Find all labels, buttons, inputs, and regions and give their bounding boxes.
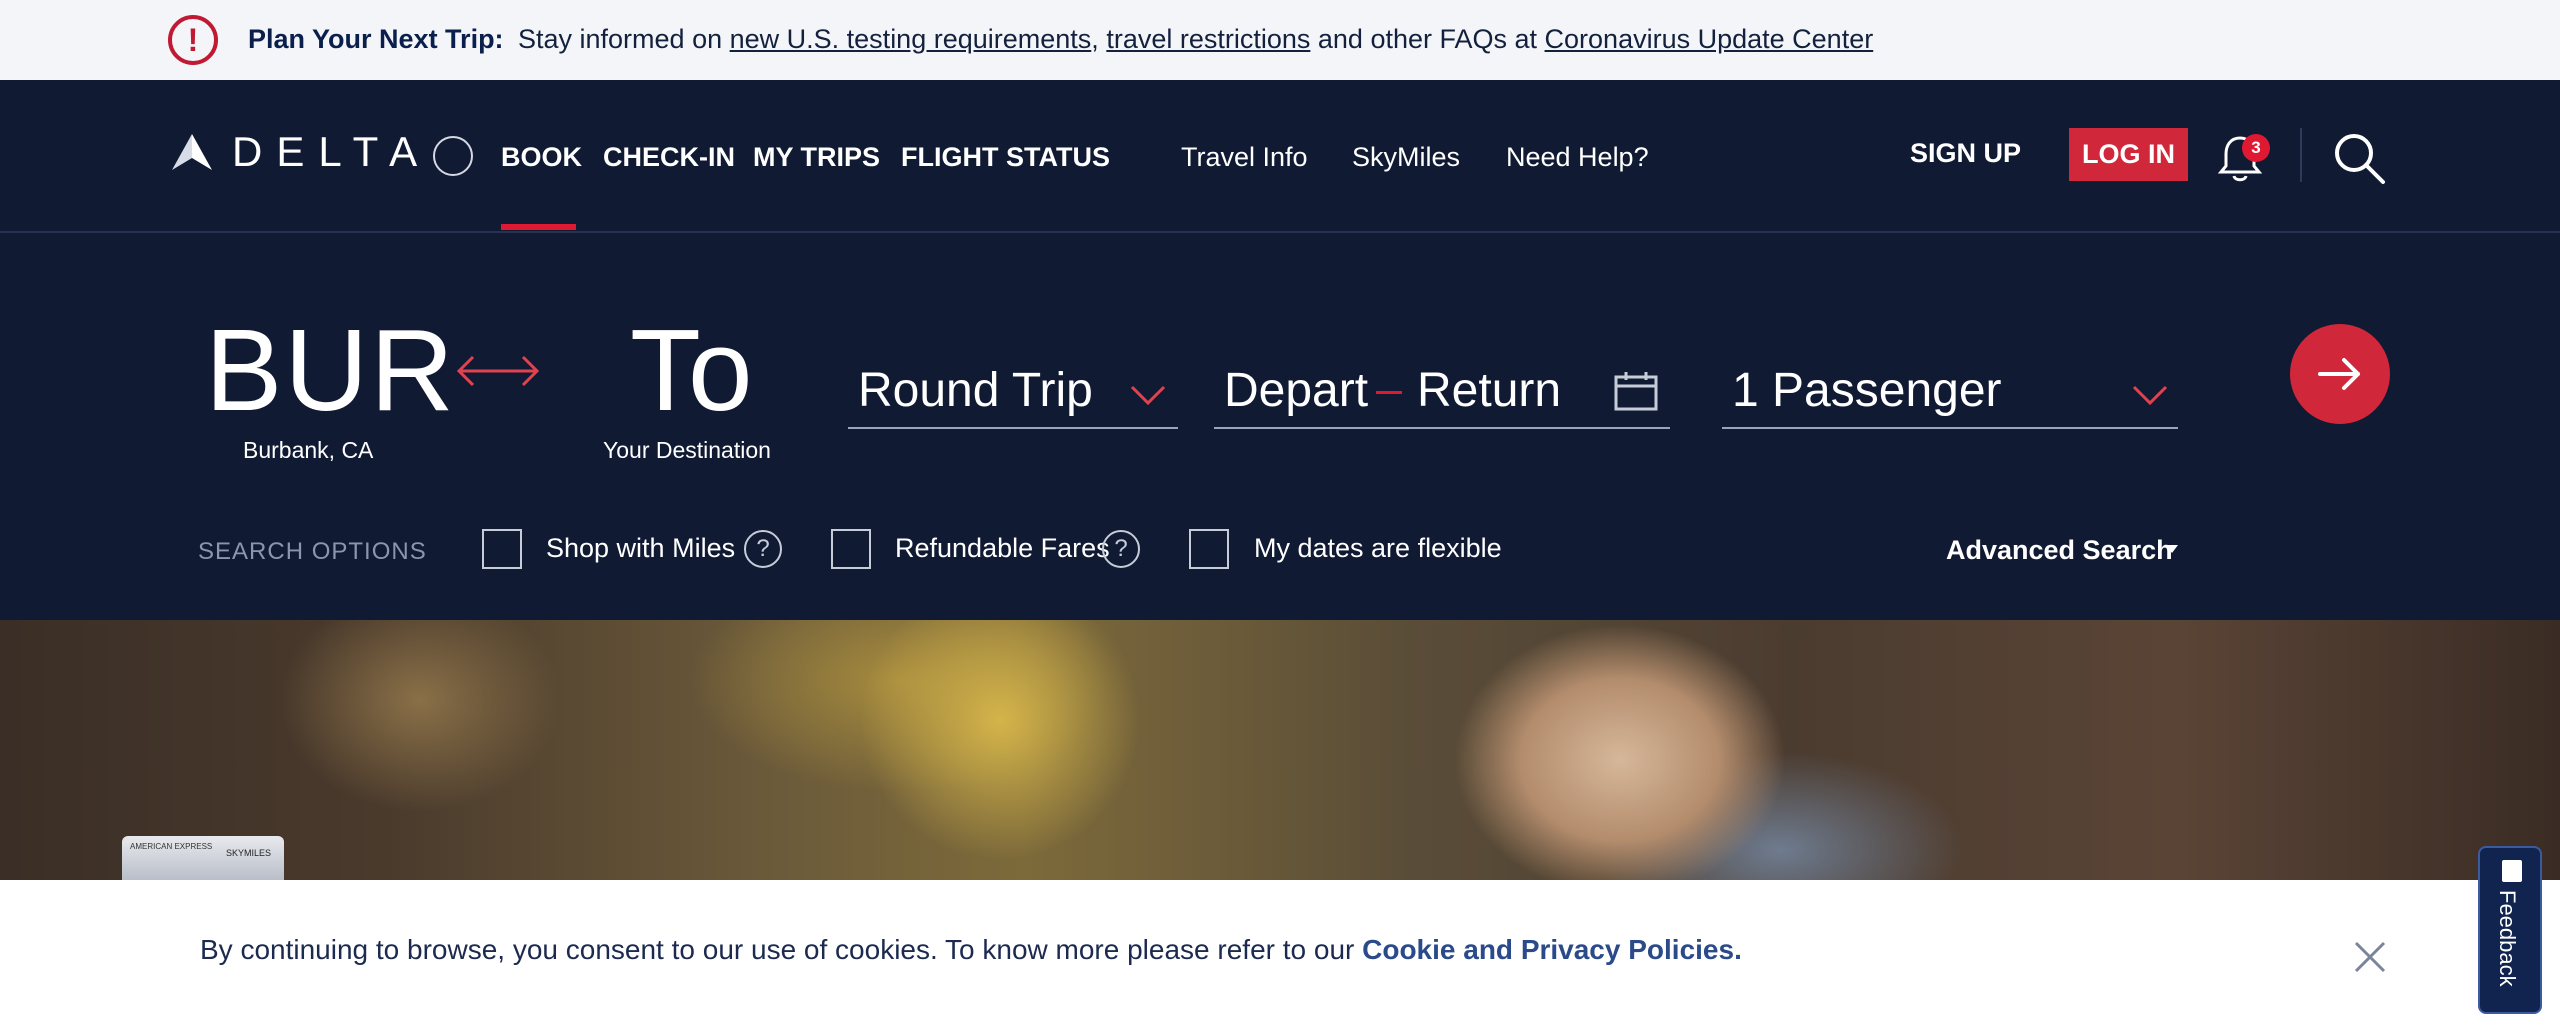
delta-logo[interactable]: DELTA [170, 128, 474, 176]
search-icon[interactable] [2331, 130, 2387, 186]
cookie-banner: By continuing to browse, you consent to … [0, 880, 2560, 1026]
nav-my-trips[interactable]: MY TRIPS [753, 142, 880, 173]
sign-up-link[interactable]: SIGN UP [1910, 138, 2021, 169]
date-separator [1376, 391, 1402, 394]
cookie-text: By continuing to browse, you consent to … [200, 934, 1363, 965]
date-picker[interactable]: Depart Return [1214, 343, 1670, 429]
destination-city: Your Destination [603, 437, 771, 463]
delta-widget-icon [172, 134, 212, 170]
origin-airport-code[interactable]: BUR [205, 303, 456, 437]
notification-badge: 3 [2242, 134, 2270, 162]
return-label: Return [1417, 364, 1562, 417]
chevron-down-icon [1130, 385, 1166, 406]
card-brand: SKYMILES [226, 848, 272, 858]
feedback-icon [2502, 860, 2522, 882]
active-nav-indicator [501, 224, 576, 230]
trip-type-select[interactable]: Round Trip [848, 343, 1178, 429]
nav-flight-status[interactable]: FLIGHT STATUS [901, 142, 1110, 173]
credit-card-image[interactable]: AMERICAN EXPRESS SKYMILES [122, 836, 284, 880]
travel-restrictions-link[interactable]: travel restrictions [1106, 24, 1310, 54]
cookie-policy-link[interactable]: Cookie and Privacy Policies. [1362, 934, 1742, 965]
shop-with-miles-checkbox[interactable] [482, 529, 522, 569]
refundable-fares-checkbox[interactable] [831, 529, 871, 569]
skyteam-seal-icon [433, 136, 474, 176]
nav-check-in[interactable]: CHECK-IN [603, 142, 735, 173]
alert-text-mid: and other FAQs at [1310, 24, 1545, 54]
origin-city: Burbank, CA [243, 437, 374, 463]
site-header: DELTA BOOK CHECK-IN MY TRIPS FLIGHT STAT… [0, 80, 2560, 233]
card-issuer: AMERICAN EXPRESS [130, 842, 213, 851]
alert-comma: , [1091, 24, 1099, 54]
find-flights-button[interactable] [2290, 324, 2390, 424]
shop-with-miles-label[interactable]: Shop with Miles [546, 533, 735, 564]
help-icon[interactable]: ? [1102, 530, 1140, 568]
passenger-count: 1 Passenger [1732, 364, 2002, 417]
calendar-icon[interactable] [1614, 371, 1658, 411]
destination-airport-code[interactable]: To [630, 303, 753, 437]
nav-book[interactable]: BOOK [501, 142, 582, 173]
caret-down-icon [2166, 545, 2178, 553]
arrow-right-icon [2318, 358, 2360, 390]
refundable-fares-label[interactable]: Refundable Fares [895, 533, 1110, 564]
hero-image [0, 620, 2560, 880]
cookie-message: By continuing to browse, you consent to … [200, 934, 1742, 966]
close-icon[interactable] [2350, 937, 2390, 977]
header-divider [2300, 128, 2302, 182]
depart-label: Depart [1224, 364, 1369, 417]
passenger-select[interactable]: 1 Passenger [1722, 343, 2178, 429]
nav-skymiles[interactable]: SkyMiles [1352, 142, 1460, 173]
alert-title: Plan Your Next Trip: [248, 24, 504, 54]
flexible-dates-label[interactable]: My dates are flexible [1254, 533, 1502, 564]
testing-requirements-link[interactable]: new U.S. testing requirements [730, 24, 1092, 54]
advanced-search-link[interactable]: Advanced Search [1946, 535, 2173, 566]
alert-text-start: Stay informed on [518, 24, 730, 54]
nav-need-help[interactable]: Need Help? [1506, 142, 1649, 173]
log-in-button[interactable]: LOG IN [2069, 128, 2188, 181]
booking-widget: BUR Burbank, CA To Your Destination Roun… [0, 233, 2560, 620]
alert-bar: ! Plan Your Next Trip: Stay informed on … [0, 0, 2560, 80]
exclamation-icon: ! [168, 15, 218, 65]
alert-text: Stay informed on new U.S. testing requir… [518, 24, 1873, 55]
help-icon[interactable]: ? [744, 530, 782, 568]
coronavirus-update-link[interactable]: Coronavirus Update Center [1545, 24, 1874, 54]
search-options-label: SEARCH OPTIONS [198, 538, 427, 565]
swap-arrows-icon[interactable] [453, 351, 543, 391]
nav-travel-info[interactable]: Travel Info [1181, 142, 1308, 173]
feedback-tab[interactable]: Feedback [2478, 846, 2542, 1014]
logo-text: DELTA [232, 128, 432, 175]
flexible-dates-checkbox[interactable] [1189, 529, 1229, 569]
trip-type-value: Round Trip [858, 364, 1093, 417]
chevron-down-icon [2132, 385, 2168, 406]
feedback-label: Feedback [2495, 890, 2520, 987]
